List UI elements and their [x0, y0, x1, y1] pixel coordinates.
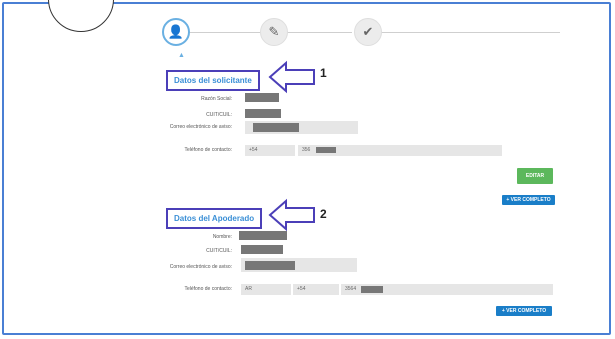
user-icon: 👤 [167, 24, 185, 39]
check-icon: ✔ [362, 24, 374, 39]
cuit-value-redacted [245, 109, 281, 118]
step-1-user[interactable]: 👤 [162, 18, 190, 46]
solicitante-title: Datos del solicitante [166, 70, 260, 91]
apoderado-telefono-cod-field: AR [241, 284, 291, 295]
telefono-number-field: 356 [298, 145, 502, 156]
ver-completo-button-1[interactable]: + VER COMPLETO [502, 195, 555, 205]
editar-button[interactable]: EDITAR [517, 168, 553, 184]
apoderado-telefono-label: Teléfono de contacto: [184, 286, 232, 292]
annotation-number-2: 2 [320, 207, 327, 221]
apoderado-cuit-value-redacted [241, 245, 283, 254]
apoderado-telefono-number-field: 3564 [341, 284, 553, 295]
telefono-area-code: 356 [302, 147, 311, 153]
annotation-arrow-1 [268, 60, 315, 94]
apoderado-telefono-area-code: 3564 [345, 286, 357, 292]
step-connector [188, 32, 260, 33]
telefono-prefix-field: +54 [245, 145, 295, 156]
telefono-number-redacted [316, 147, 336, 153]
nombre-label: Nombre: [212, 234, 232, 240]
apoderado-cuit-label: CUIT/CUIL: [206, 248, 232, 254]
razon-social-value-redacted [245, 93, 279, 102]
apoderado-telefono-prefix-field: +54 [293, 284, 339, 295]
nombre-value-redacted [239, 231, 287, 240]
correo-value-redacted [253, 123, 299, 132]
apoderado-telefono-number-redacted [361, 286, 383, 293]
step-2-attachment[interactable]: ✎ [260, 18, 288, 46]
annotation-number-1: 1 [320, 66, 327, 80]
annotation-arrow-2 [268, 198, 315, 232]
step-connector [380, 32, 560, 33]
apoderado-correo-field [241, 258, 357, 272]
razon-social-label: Razón Social: [201, 96, 232, 102]
corner-circle-decoration [48, 0, 114, 32]
progress-stepper: 👤 ▲ ✎ ✔ [160, 14, 560, 59]
ver-completo-button-2[interactable]: + VER COMPLETO [496, 306, 552, 316]
active-step-caret: ▲ [178, 52, 185, 59]
apoderado-correo-value-redacted [245, 261, 295, 270]
apoderado-correo-label: Correo electrónico de aviso: [169, 264, 232, 270]
paperclip-icon: ✎ [268, 24, 280, 39]
correo-field [245, 121, 358, 134]
apoderado-title: Datos del Apoderado [166, 208, 263, 229]
step-3-confirm[interactable]: ✔ [354, 18, 382, 46]
telefono-label: Teléfono de contacto: [184, 147, 232, 153]
cuit-label: CUIT/CUIL: [206, 112, 232, 118]
correo-label: Correo electrónico de aviso: [169, 124, 232, 130]
step-connector [286, 32, 352, 33]
